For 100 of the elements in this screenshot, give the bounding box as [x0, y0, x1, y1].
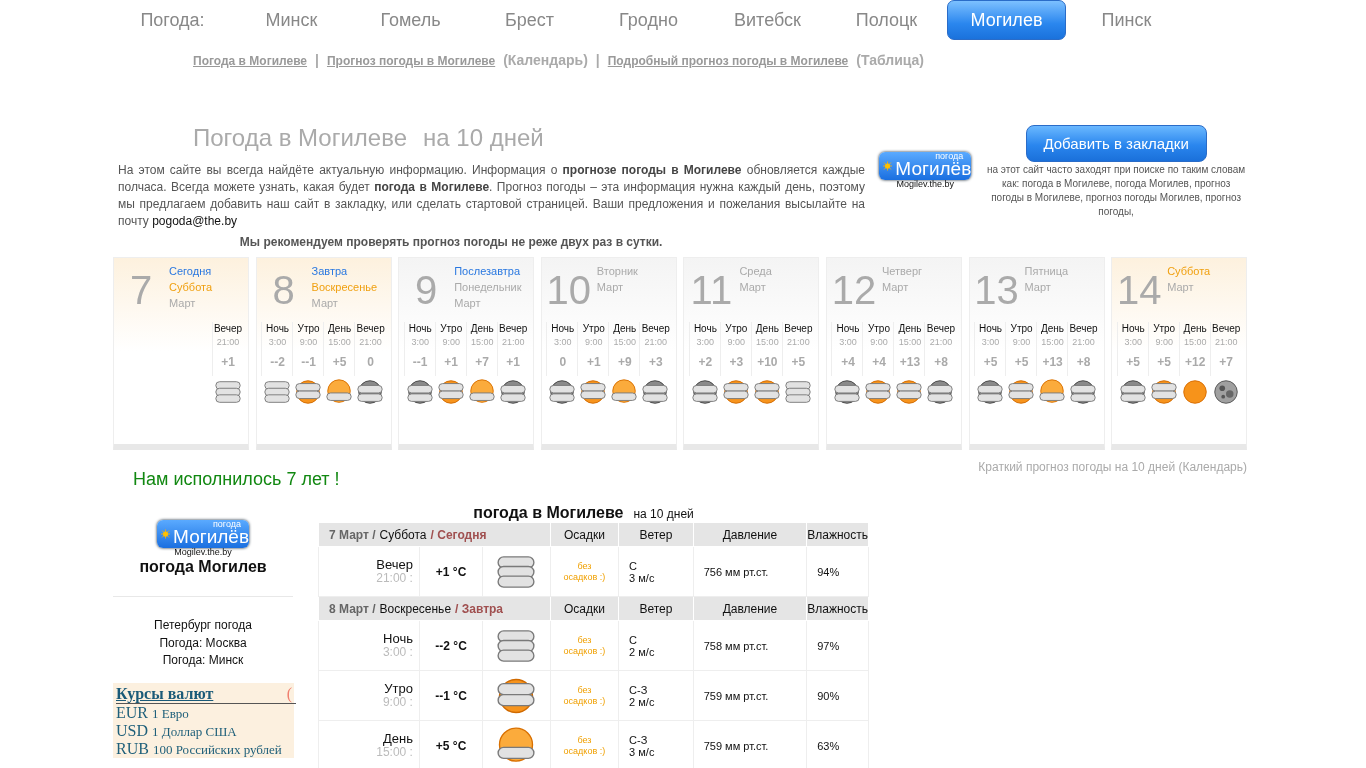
- time-label: 21:00: [644, 336, 668, 348]
- period-label: Утро: [1010, 322, 1033, 336]
- temperature: +5: [1126, 355, 1140, 369]
- moon-cloud-icon: [547, 377, 578, 407]
- relative-day-label: / Завтра: [455, 601, 504, 616]
- sidebar-link[interactable]: Погода: Москва: [159, 634, 247, 652]
- day-card[interactable]: 8 Завтра Воскресенье Март Ночь 3:00 --2 Утро 9:00 --1 День 15:00 +5 Вечер 21:00 0: [255, 257, 392, 450]
- time-label: 3:00: [981, 336, 1000, 348]
- weekday-label: Суббота: [379, 527, 427, 542]
- temperature: +1: [506, 355, 521, 369]
- temperature: +5: [1014, 355, 1029, 369]
- nav-label: Погода:: [139, 8, 206, 32]
- period-label: Вечер: [1212, 322, 1241, 336]
- logo-url: Mogilev.the.by: [174, 547, 232, 557]
- temperature: +3: [648, 355, 663, 369]
- time-label: 15:00: [328, 336, 351, 348]
- temperature-cell: --2 °C: [419, 620, 483, 671]
- time-label: 21:00: [929, 336, 953, 348]
- sun-cloud-icon: [720, 377, 751, 407]
- keywords-text: на этот сайт часто заходят при поиске по таким словам как: погода в Могилеве, погода Могилев, прогноз погоды в Могилеве, прогноз погоды Могилев, прогноз погоды,: [986, 163, 1247, 219]
- day-label: Сегодня: [169, 264, 213, 278]
- period-label: Вечер: [499, 322, 528, 336]
- column-header: Давление: [693, 596, 807, 621]
- currency-code: USD: [116, 721, 148, 740]
- column-header: Давление: [693, 522, 807, 547]
- separator: |: [315, 52, 319, 68]
- day-number: 8: [271, 267, 296, 314]
- period-label: Утро: [1153, 322, 1176, 336]
- humidity-cell: 90%: [806, 670, 869, 721]
- sun-cloud-icon: [751, 377, 782, 407]
- day-card[interactable]: 7 Сегодня Суббота Март Вечер 21:00 +1: [113, 257, 249, 450]
- sun-icon: [883, 158, 893, 174]
- bookmark-button[interactable]: Добавить в закладки: [1025, 125, 1207, 162]
- currency-code: RUB: [116, 739, 149, 758]
- city-tab[interactable]: Пинск: [1067, 0, 1186, 40]
- time-label: 3:00: [268, 336, 287, 348]
- table-title: погода в Могилеве: [473, 504, 624, 522]
- day-label: Вторник: [596, 264, 638, 278]
- period-label: Утро: [867, 322, 890, 336]
- moon-cloud-icon: [689, 377, 720, 407]
- time-label: 21:00: [1072, 336, 1095, 348]
- day-card[interactable]: 9 Послезавтра Понедельник Март Ночь 3:00 --1 Утро 9:00 +1 День 15:00 +7 Вечер 21:00 +1: [398, 257, 535, 450]
- period-label: Вечер: [356, 322, 385, 336]
- city-tab[interactable]: Витебск: [708, 0, 827, 40]
- temperature: 0: [559, 355, 567, 369]
- city-tab[interactable]: Гродно: [589, 0, 708, 40]
- weekday-label: Воскресенье: [379, 601, 452, 616]
- period-label: День: [1183, 322, 1207, 336]
- column-header: Ветер: [618, 522, 694, 547]
- humidity-cell: 97%: [806, 620, 869, 671]
- period-label: Утро: [582, 322, 605, 336]
- period-label: Ночь: [1121, 322, 1145, 336]
- temperature: +9: [617, 355, 632, 369]
- time-label: 21:00: [1214, 336, 1238, 348]
- temperature: +5: [332, 355, 347, 369]
- time-label: 3:00: [696, 336, 715, 348]
- pressure-cell: 758 мм рт.ст.: [693, 620, 807, 671]
- temperature: +5: [983, 355, 998, 369]
- day-number: 10: [545, 267, 593, 314]
- time-label: 3:00 :: [382, 646, 413, 659]
- pressure-cell: 756 мм рт.ст.: [693, 546, 807, 597]
- date-label: 7 Март /: [329, 527, 376, 542]
- temperature: +1: [586, 355, 601, 369]
- pressure-cell: 759 мм рт.ст.: [693, 670, 807, 721]
- temperature: +7: [475, 355, 490, 369]
- logo-url: Mogilev.the.by: [896, 179, 954, 189]
- day-label: Март: [596, 280, 625, 294]
- day-number: 14: [1115, 267, 1163, 314]
- date-label: 8 Март /: [329, 601, 376, 616]
- wind-direction: С-З: [629, 733, 649, 746]
- column-header: Осадки: [550, 522, 619, 547]
- temperature: +4: [872, 355, 886, 369]
- moon-cloud-icon: [832, 377, 863, 407]
- time-label: 15:00: [898, 336, 922, 348]
- period-label: Ночь: [836, 322, 860, 336]
- period-label: Вечер: [784, 322, 813, 336]
- currency-title[interactable]: Курсы валют: [116, 684, 214, 703]
- time-label: 9:00: [1012, 336, 1031, 348]
- city-tab[interactable]: Гомель: [351, 0, 470, 40]
- city-tab[interactable]: Полоцк: [827, 0, 946, 40]
- temperature: +2: [698, 355, 713, 369]
- period-label: Вечер: [213, 322, 243, 336]
- day-number: 13: [973, 267, 1020, 314]
- email-link[interactable]: pogoda@the.by: [152, 214, 238, 228]
- sidebar-link[interactable]: Погода: Минск: [162, 652, 244, 670]
- city-tab[interactable]: Брест: [470, 0, 589, 40]
- day-number: 7: [128, 267, 154, 314]
- time-label: 3:00: [554, 336, 572, 348]
- temperature: +1: [221, 355, 235, 369]
- moon-cloud-icon: [404, 377, 435, 407]
- currency-date: (: [286, 684, 292, 703]
- day-label: Понедельник: [454, 280, 522, 294]
- moon-cloud-icon: [1117, 377, 1148, 407]
- period-label: Вечер: [376, 558, 413, 572]
- sun-cloud-icon: [1148, 377, 1179, 407]
- time-label: 15:00 :: [376, 746, 413, 759]
- time-label: 3:00: [411, 336, 429, 348]
- sidebar-link[interactable]: Петербург погода: [154, 617, 252, 635]
- currency-name: 1 Доллар США: [152, 723, 237, 740]
- city-tab[interactable]: Минск: [232, 0, 351, 40]
